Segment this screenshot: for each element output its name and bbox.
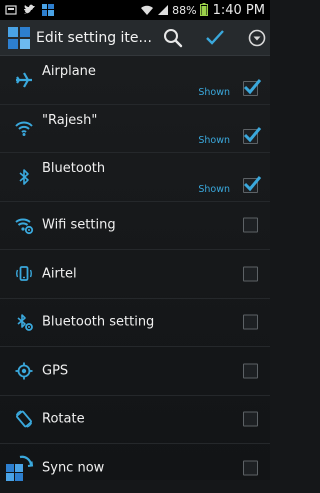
list-item[interactable]: "Rajesh" Shown [0,105,270,153]
item-checkbox[interactable] [243,266,258,282]
item-checkbox[interactable] [243,217,258,233]
signal-icon [157,1,169,20]
rotate-icon [12,407,36,431]
item-label: Airplane [42,64,96,79]
item-checkbox[interactable] [243,175,262,193]
item-label: Airtel [42,266,77,282]
checkmark-icon [243,175,262,191]
status-bar: 88% 1:40 PM [0,0,270,20]
list-item[interactable]: GPS [0,347,270,396]
item-label: Bluetooth setting [42,314,155,330]
wifi-settings-icon [12,213,36,237]
dropdown-icon [248,29,266,47]
item-checkbox[interactable] [243,363,258,379]
bluetooth-settings-icon [12,310,36,334]
action-bar: Edit setting ite... [0,20,270,56]
item-label: Sync now [42,460,105,476]
phone-signal-icon [12,262,36,286]
app-icon [42,1,54,20]
battery-percent: 88% [172,3,197,17]
item-checkbox[interactable] [243,411,258,427]
airplane-icon [12,68,36,92]
checkmark-icon [243,127,262,143]
search-icon [163,28,183,48]
bluetooth-icon [12,165,36,189]
gps-icon [12,359,36,383]
page-title: Edit setting ite... [36,29,152,46]
item-checkbox[interactable] [243,460,258,476]
item-checkbox[interactable] [243,127,262,144]
list-item[interactable]: Airplane Shown [0,56,270,105]
item-label: Wifi setting [42,217,116,233]
app-icon[interactable] [8,26,30,49]
item-checkbox[interactable] [243,78,262,96]
item-status: Shown [198,183,230,195]
list-item[interactable]: Wifi setting [0,202,270,250]
confirm-button[interactable] [194,20,236,56]
settings-list: Airplane Shown "Rajesh" Shown Bluetooth … [0,56,270,482]
battery-icon [199,1,208,20]
list-item[interactable]: Bluetooth setting [0,299,270,347]
sync-icon [4,453,34,483]
item-status: Shown [198,135,230,146]
item-status: Shown [198,86,230,98]
search-button[interactable] [152,20,194,56]
list-item[interactable]: Bluetooth Shown [0,153,270,202]
item-checkbox[interactable] [243,314,258,330]
item-label: Bluetooth [42,161,106,176]
check-icon [205,29,225,47]
list-item[interactable]: Airtel [0,250,270,299]
list-item[interactable]: Sync now [0,444,270,493]
wifi-icon [140,1,154,20]
wifi-icon [12,116,36,140]
twitter-icon [23,1,36,20]
overflow-button[interactable] [236,20,278,56]
list-item[interactable]: Rotate [0,396,270,444]
item-label: GPS [42,363,69,379]
checkmark-icon [243,78,262,94]
item-label: Rotate [42,411,85,427]
usb-icon [5,1,17,20]
item-label: "Rajesh" [42,112,98,128]
clock: 1:40 PM [212,2,265,18]
